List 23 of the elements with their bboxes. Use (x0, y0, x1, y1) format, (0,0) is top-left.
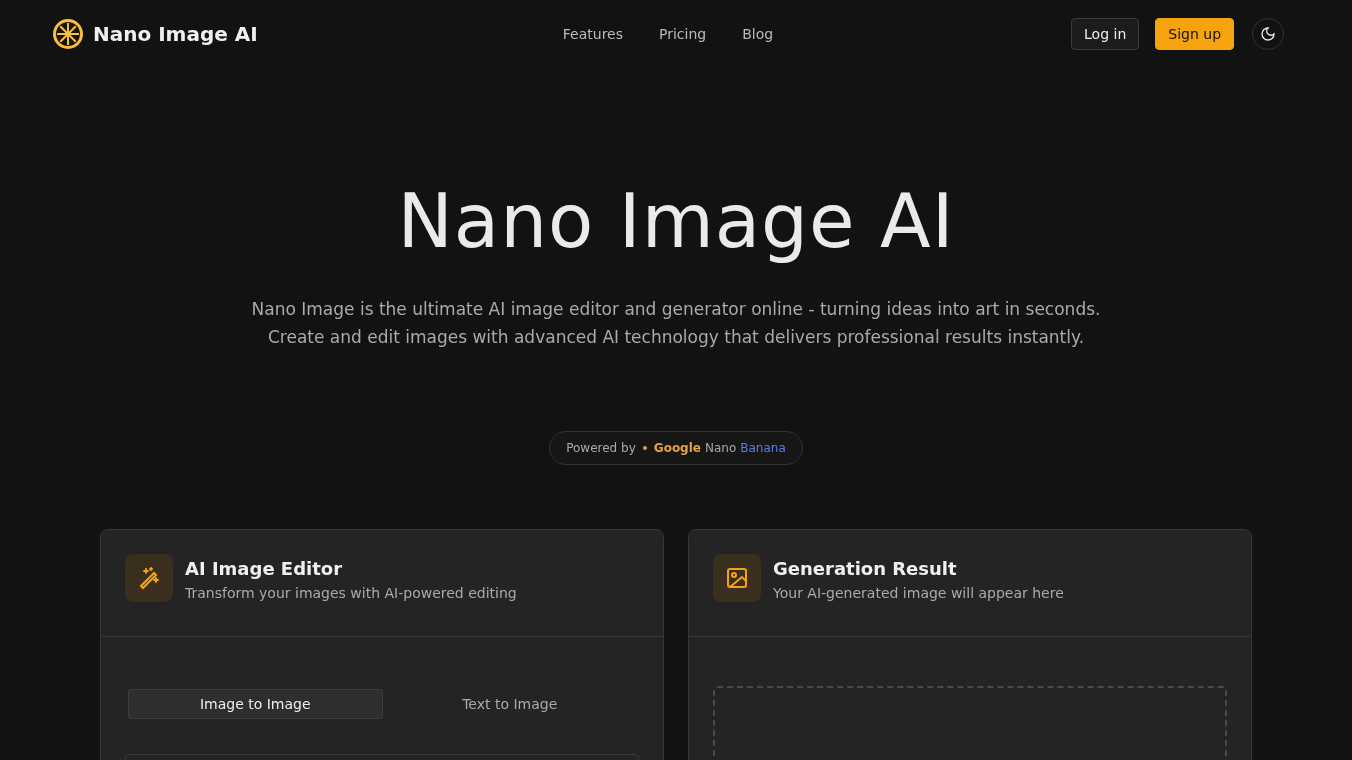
login-button[interactable]: Log in (1071, 18, 1140, 50)
mode-tab[interactable]: Text to Image (382, 689, 637, 719)
card-title: AI Image Editor (185, 558, 344, 579)
citrus-logo-icon (52, 18, 84, 50)
mode-tab[interactable]: Image to Image (128, 689, 383, 719)
brand-word: Nano (704, 441, 737, 455)
brand-name: Nano Image AI (93, 22, 258, 46)
card-subtitle: Your AI-generated image will appear here (773, 585, 1064, 601)
signup-button[interactable]: Sign up (1155, 18, 1234, 50)
hero-subtitle: Nano Image is the ultimate AI image editor and generator online - turning ideas into art in seconds. Create and edit images with advanced AI technology that delivers professional results instantly. (251, 298, 1101, 349)
nav-link[interactable]: Features (562, 26, 624, 42)
brand-word: Google (653, 441, 701, 455)
hero-title: Nano Image AI (397, 181, 955, 261)
nav-link[interactable]: Pricing (659, 26, 707, 42)
powered-by-label: Powered by (566, 441, 636, 455)
card-subtitle: Transform your images with AI-powered editing (185, 585, 517, 601)
brand-word: Banana (740, 441, 786, 455)
image-icon (725, 566, 749, 590)
card-title: Generation Result (773, 558, 958, 579)
dot-icon (642, 446, 647, 450)
nav-link[interactable]: Blog (742, 26, 774, 42)
magic-wand-icon (137, 566, 161, 590)
moon-icon (1260, 26, 1276, 42)
